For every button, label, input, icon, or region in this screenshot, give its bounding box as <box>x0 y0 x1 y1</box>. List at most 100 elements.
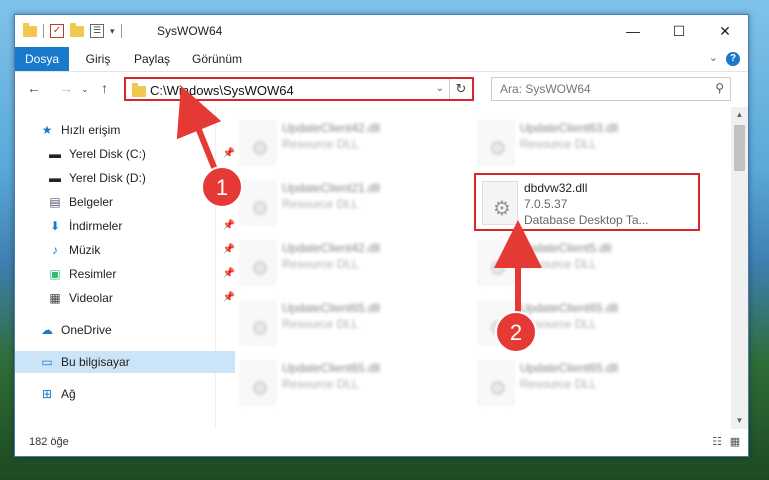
search-icon: ⚲ <box>715 81 724 95</box>
sidebar-item-label: Yerel Disk (D:) <box>69 171 146 185</box>
sidebar-item-quick-access[interactable]: ★ Hızlı erişim <box>15 119 235 141</box>
sidebar-item-documents[interactable]: ▤ Belgeler 📌 <box>15 191 243 213</box>
download-icon: ⬇ <box>49 219 61 233</box>
sidebar-item-label: Ağ <box>61 387 76 401</box>
tab-share[interactable]: Paylaş <box>127 47 177 71</box>
file-list: ⚙ UpdateClient42.dll Resource DLL ⚙ Upda… <box>216 107 728 429</box>
help-icon[interactable]: ? <box>726 52 740 66</box>
sidebar-item-downloads[interactable]: ⬇ İndirmeler 📌 <box>15 215 243 237</box>
file-name: UpdateClient65.dll <box>520 361 619 375</box>
highlight-box <box>474 173 700 231</box>
navigation-pane: ★ Hızlı erişim ▬ Yerel Disk (C:) 📌 ▬ Yer… <box>15 107 235 429</box>
scroll-down-icon[interactable]: ▼ <box>731 413 748 429</box>
sidebar-item-onedrive[interactable]: ☁ OneDrive <box>15 319 235 341</box>
list-item[interactable]: ⚙ UpdateClient65.dll Resource DLL <box>474 297 704 349</box>
scroll-up-icon[interactable]: ▲ <box>731 107 748 123</box>
new-folder-icon[interactable] <box>70 22 84 37</box>
sidebar-item-pictures[interactable]: ▣ Resimler 📌 <box>15 263 243 285</box>
file-type: Resource DLL <box>282 317 359 331</box>
details-view-icon[interactable]: ☷ <box>710 435 724 449</box>
tab-view[interactable]: Görünüm <box>185 47 249 71</box>
chevron-down-icon[interactable]: ⌄ <box>436 83 444 94</box>
list-item[interactable]: ⚙ UpdateClient65.dll Resource DLL <box>236 357 466 409</box>
list-item[interactable]: ⚙ UpdateClient5.dll Resource DLL <box>474 237 704 289</box>
sidebar-item-music[interactable]: ♪ Müzik 📌 <box>15 239 243 261</box>
close-button[interactable]: ✕ <box>702 15 748 47</box>
star-icon: ★ <box>41 123 53 137</box>
properties-icon[interactable]: ☰ <box>90 24 104 38</box>
file-name: UpdateClient65.dll <box>282 361 381 375</box>
recent-locations-icon[interactable]: ⌄ <box>81 84 89 95</box>
cloud-icon: ☁ <box>41 323 53 337</box>
folder-icon <box>132 83 146 97</box>
file-type: Resource DLL <box>520 377 597 391</box>
drive-icon: ▬ <box>49 171 61 185</box>
list-item[interactable]: ⚙ UpdateClient65.dll Resource DLL <box>236 297 466 349</box>
ribbon-tabs: Dosya Giriş Paylaş Görünüm ⌄ ? <box>15 47 748 72</box>
sidebar-item-label: Hızlı erişim <box>61 123 121 137</box>
sidebar-item-this-pc[interactable]: ▭ Bu bilgisayar <box>15 351 235 373</box>
file-type: Resource DLL <box>282 377 359 391</box>
list-item[interactable]: ⚙ UpdateClient65.dll Resource DLL <box>474 357 704 409</box>
item-count: 182 öğe <box>29 436 69 448</box>
back-button[interactable]: ← <box>27 80 41 96</box>
file-type: Resource DLL <box>282 197 359 211</box>
file-type: Resource DLL <box>282 257 359 271</box>
file-type: Resource DLL <box>520 317 597 331</box>
list-item[interactable]: ⚙ UpdateClient21.dll Resource DLL <box>236 177 466 229</box>
dll-file-icon: ⚙ <box>478 241 514 285</box>
sidebar-item-label: Belgeler <box>69 195 114 209</box>
file-type: Resource DLL <box>520 257 597 271</box>
sidebar-item-videos[interactable]: ▦ Videolar 📌 <box>15 287 243 309</box>
file-name: UpdateClient63.dll <box>520 121 619 135</box>
explorer-window: ✓ ☰ ▾ SysWOW64 — ☐ ✕ Dosya Giriş Paylaş … <box>14 14 749 457</box>
customize-toolbar-icon[interactable]: ▾ <box>110 26 115 37</box>
list-item[interactable]: ⚙ UpdateClient63.dll Resource DLL <box>474 117 704 169</box>
folder-icon <box>23 22 37 37</box>
window-title: SysWOW64 <box>157 24 223 38</box>
checkmark-icon[interactable]: ✓ <box>50 24 64 38</box>
dll-file-icon: ⚙ <box>240 361 276 405</box>
sidebar-item-network[interactable]: ⊞ Ağ <box>15 383 235 405</box>
up-button[interactable]: ↑ <box>101 80 108 96</box>
maximize-button[interactable]: ☐ <box>656 15 702 47</box>
sidebar-item-label: İndirmeler <box>69 219 123 233</box>
minimize-button[interactable]: — <box>610 15 656 47</box>
file-type: Resource DLL <box>520 137 597 151</box>
sidebar-item-label: Bu bilgisayar <box>61 355 130 369</box>
address-bar[interactable]: C:\Windows\SysWOW64 ⌄ ↻ <box>124 77 474 101</box>
search-input[interactable]: Ara: SysWOW64 <box>500 82 591 96</box>
sidebar-item-label: Videolar <box>69 291 113 305</box>
computer-icon: ▭ <box>41 355 53 369</box>
tiles-view-icon[interactable]: ▦ <box>728 435 742 449</box>
music-icon: ♪ <box>52 243 58 257</box>
tab-home[interactable]: Giriş <box>75 47 121 71</box>
sidebar-item-label: Müzik <box>69 243 101 257</box>
dll-file-icon: ⚙ <box>240 181 276 225</box>
quick-access-toolbar: ✓ ☰ ▾ <box>23 22 122 38</box>
toolbar-separator <box>120 24 122 38</box>
file-name: UpdateClient21.dll <box>282 181 381 195</box>
expand-ribbon-icon[interactable]: ⌄ <box>709 51 718 64</box>
drive-icon: ▬ <box>49 147 61 161</box>
videos-icon: ▦ <box>49 291 61 305</box>
title-bar: ✓ ☰ ▾ SysWOW64 — ☐ ✕ <box>15 15 748 47</box>
documents-icon: ▤ <box>49 195 61 209</box>
sidebar-item-disk-d[interactable]: ▬ Yerel Disk (D:) 📌 <box>15 167 243 189</box>
pictures-icon: ▣ <box>49 267 61 281</box>
scroll-thumb[interactable] <box>734 125 745 171</box>
tab-file[interactable]: Dosya <box>15 47 69 71</box>
refresh-button[interactable]: ↻ <box>449 79 472 99</box>
file-name: UpdateClient65.dll <box>520 301 619 315</box>
vertical-scrollbar[interactable]: ▲ ▼ <box>731 107 748 429</box>
dll-file-icon: ⚙ <box>478 121 514 165</box>
list-item[interactable]: ⚙ UpdateClient42.dll Resource DLL <box>236 237 466 289</box>
forward-button[interactable]: → <box>59 80 73 96</box>
sidebar-item-disk-c[interactable]: ▬ Yerel Disk (C:) 📌 <box>15 143 243 165</box>
address-path: C:\Windows\SysWOW64 <box>150 83 294 98</box>
status-bar: 182 öğe ☷ ▦ <box>15 431 748 455</box>
dll-file-icon: ⚙ <box>478 361 514 405</box>
sidebar-item-label: OneDrive <box>61 323 112 337</box>
list-item[interactable]: ⚙ UpdateClient42.dll Resource DLL <box>236 117 466 169</box>
search-box[interactable]: Ara: SysWOW64 ⚲ <box>491 77 731 101</box>
